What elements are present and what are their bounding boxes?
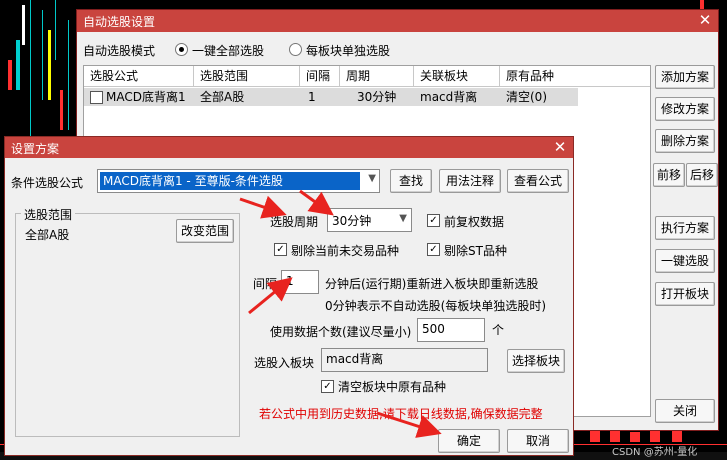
watermark: CSDN @苏州-量化 <box>612 447 698 458</box>
arrow-to-formula <box>299 189 334 216</box>
arrow-to-period <box>239 195 287 219</box>
arrow-to-ok <box>376 411 442 438</box>
annotation-arrows <box>239 189 442 438</box>
arrow-to-interval <box>248 277 293 315</box>
